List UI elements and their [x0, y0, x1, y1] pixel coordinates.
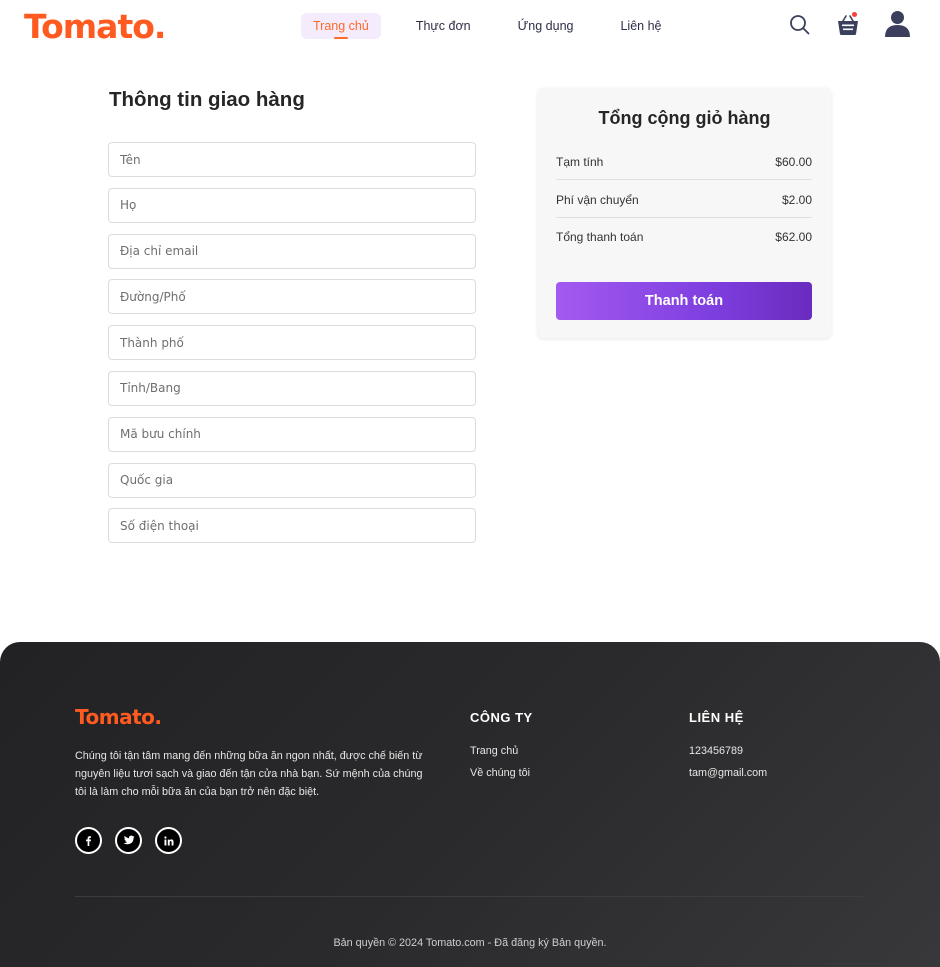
- footer-contact-phone: 123456789: [689, 745, 744, 757]
- copyright-text: Bản quyền © 2024 Tomato.com - Đã đăng ký…: [333, 937, 607, 949]
- facebook-icon[interactable]: [75, 827, 102, 854]
- checkout-button[interactable]: Thanh toán: [556, 282, 812, 320]
- shipping-value: $2.00: [781, 193, 812, 207]
- delivery-title: Thông tin giao hàng: [109, 88, 305, 111]
- subtotal-label: Tạm tính: [556, 155, 604, 169]
- cart-divider: [556, 217, 812, 218]
- total-row: Tổng thanh toán $62.00: [556, 230, 812, 244]
- cart-totals-title: Tổng cộng giỏ hàng: [598, 108, 771, 128]
- delivery-form: [108, 142, 476, 554]
- last-name-input[interactable]: [108, 187, 476, 223]
- first-name-input[interactable]: [108, 142, 476, 177]
- country-input[interactable]: [108, 462, 476, 498]
- logo[interactable]: Tomato.: [24, 7, 166, 46]
- nav-item-contact[interactable]: Liên hệ: [608, 13, 673, 39]
- linkedin-icon[interactable]: [155, 827, 182, 854]
- cart-divider: [556, 179, 812, 180]
- footer-about-text: Chúng tôi tận tâm mang đến những bữa ăn …: [75, 750, 423, 798]
- user-avatar-icon[interactable]: [884, 10, 911, 38]
- cart-totals-card: Tổng cộng giỏ hàng Tạm tính $60.00 Phí v…: [538, 88, 831, 338]
- basket-icon[interactable]: [836, 12, 860, 37]
- nav-item-home[interactable]: Trang chủ: [301, 13, 381, 39]
- site-header: Tomato. Trang chủ Thực đơn Ứng dụng Liên…: [0, 0, 940, 54]
- social-links: [75, 827, 195, 854]
- search-icon[interactable]: [789, 14, 811, 36]
- city-input[interactable]: [108, 325, 476, 361]
- total-label: Tổng thanh toán: [556, 230, 644, 244]
- cart-notification-dot: [852, 12, 857, 17]
- zip-code-input[interactable]: [108, 416, 476, 452]
- footer-contact-email[interactable]: tam@gmail.com: [689, 767, 767, 779]
- shipping-label: Phí vận chuyển: [556, 193, 639, 207]
- email-input[interactable]: [108, 233, 476, 269]
- subtotal-value: $60.00: [775, 155, 812, 169]
- footer-company-heading: CÔNG TY: [470, 710, 533, 725]
- footer-link-home[interactable]: Trang chủ: [470, 745, 518, 757]
- total-value: $62.00: [775, 230, 812, 244]
- street-input[interactable]: [108, 279, 476, 315]
- nav-item-app[interactable]: Ứng dụng: [506, 13, 586, 39]
- state-input[interactable]: [108, 370, 476, 406]
- footer-divider: [75, 896, 865, 897]
- footer-contact-heading: LIÊN HỆ: [689, 710, 744, 725]
- phone-input[interactable]: [108, 508, 476, 544]
- main-nav: Trang chủ Thực đơn Ứng dụng Liên hệ: [301, 13, 696, 39]
- shipping-row: Phí vận chuyển $2.00: [556, 193, 812, 207]
- twitter-icon[interactable]: [115, 827, 142, 854]
- footer-logo: Tomato.: [75, 705, 162, 729]
- footer-link-about[interactable]: Về chúng tôi: [470, 767, 530, 779]
- nav-item-menu[interactable]: Thực đơn: [404, 13, 483, 39]
- subtotal-row: Tạm tính $60.00: [556, 155, 812, 169]
- site-footer: Tomato. Chúng tôi tận tâm mang đến những…: [0, 642, 940, 967]
